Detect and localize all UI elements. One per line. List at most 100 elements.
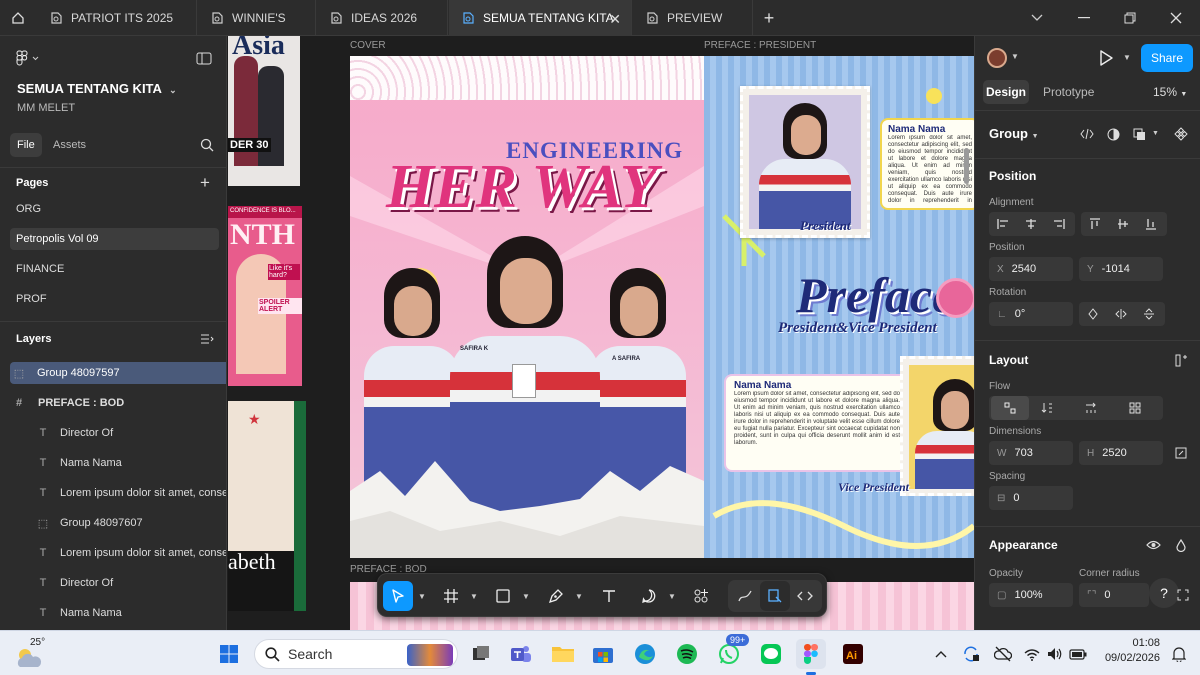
toggle-sidebar-button[interactable] — [196, 52, 212, 65]
layer-group-48097607[interactable]: ⬚ Group 48097607 — [10, 512, 226, 534]
corner-radius-input[interactable]: ⌜⌝ 0 — [1079, 583, 1149, 607]
thumbnail-magazine-asia[interactable]: Asia DER 30 — [228, 36, 300, 186]
align-middle-button[interactable] — [1111, 212, 1135, 236]
frame-tool-button[interactable] — [436, 581, 466, 611]
cloud-off-tray-icon[interactable] — [990, 639, 1016, 669]
share-button[interactable]: Share — [1141, 44, 1193, 72]
layer-text-nama[interactable]: T Nama Nama — [10, 602, 226, 624]
task-view-button[interactable] — [466, 639, 496, 669]
flow-horizontal-button[interactable] — [1079, 396, 1103, 420]
create-component-button[interactable] — [1169, 122, 1193, 146]
width-input[interactable]: W 703 — [989, 441, 1073, 465]
frame-label-preface-president[interactable]: PREFACE : PRESIDENT — [704, 40, 816, 51]
chevron-down-icon[interactable]: ▼ — [418, 592, 426, 601]
layer-frame-preface-bod[interactable]: # PREFACE : BOD — [10, 392, 226, 414]
zoom-level[interactable]: 15% ▼ — [1153, 85, 1187, 99]
auto-layout-button[interactable] — [1169, 348, 1193, 372]
wifi-tray-icon[interactable] — [1020, 639, 1044, 669]
tab-prototype[interactable]: Prototype — [1043, 85, 1094, 99]
align-bottom-button[interactable] — [1139, 212, 1163, 236]
whatsapp-app[interactable]: 99+ — [714, 634, 750, 669]
chevron-down-icon[interactable]: ▼ — [575, 592, 583, 601]
notifications-button[interactable] — [1166, 639, 1192, 669]
layer-text-nama[interactable]: T Nama Nama — [10, 452, 226, 474]
microsoft-store-app[interactable] — [588, 639, 618, 669]
align-right-button[interactable] — [1047, 212, 1071, 236]
clock[interactable]: 01:08 09/02/2026 — [1098, 637, 1160, 664]
mask-button[interactable] — [1101, 122, 1125, 146]
shape-tool-button[interactable] — [488, 581, 518, 611]
preface-president-frame[interactable]: President Nama Nama Lorem ipsum dolor si… — [704, 56, 974, 558]
avatar[interactable] — [987, 48, 1007, 68]
align-top-button[interactable] — [1083, 212, 1107, 236]
design-canvas[interactable]: Asia DER 30 CONFIDENCE IS BLO... NTH Lik… — [228, 36, 974, 630]
show-hidden-icons-button[interactable] — [930, 639, 952, 669]
flow-grid-button[interactable] — [1123, 396, 1147, 420]
tab-semua-tentang-kita[interactable]: SEMUA TENTANG KITA ✕ — [449, 0, 632, 36]
comment-tool-button[interactable] — [634, 581, 664, 611]
thumbnail-magazine-cream[interactable]: abeth ★ — [228, 401, 294, 611]
rotation-input[interactable]: ∟ 0° — [989, 302, 1073, 326]
search-layers-button[interactable] — [200, 138, 214, 152]
chevron-down-icon[interactable]: ▼ — [1152, 130, 1159, 137]
sync-tray-icon[interactable] — [958, 639, 984, 669]
tab-preview[interactable]: PREVIEW — [633, 0, 753, 36]
frame-label-cover[interactable]: COVER — [350, 40, 386, 51]
tab-winnies[interactable]: WINNIE'S — [198, 0, 316, 36]
flow-freeform-button[interactable] — [991, 396, 1029, 420]
main-menu-button[interactable] — [16, 50, 39, 66]
file-explorer-app[interactable] — [548, 639, 578, 669]
page-item-finance[interactable]: FINANCE — [10, 258, 219, 280]
align-left-button[interactable] — [991, 212, 1015, 236]
constrain-proportions-button[interactable] — [1169, 441, 1193, 465]
flow-vertical-button[interactable] — [1035, 396, 1059, 420]
home-button[interactable] — [0, 0, 36, 36]
spotify-app[interactable] — [672, 639, 702, 669]
volume-tray-icon[interactable] — [1044, 639, 1066, 669]
scrollbar-thumb[interactable] — [964, 148, 969, 184]
present-button[interactable] — [1099, 50, 1113, 66]
tab-assets[interactable]: Assets — [46, 133, 93, 157]
actions-button[interactable] — [686, 581, 716, 611]
visibility-toggle[interactable] — [1141, 533, 1165, 557]
height-input[interactable]: H 2520 — [1079, 441, 1163, 465]
close-window-button[interactable] — [1156, 0, 1196, 36]
project-name[interactable]: SEMUA TENTANG KITA ⌄ — [17, 81, 177, 96]
layer-text-lorem[interactable]: T Lorem ipsum dolor sit amet, consectetur — [10, 482, 226, 504]
draw-mode-button[interactable] — [730, 581, 760, 611]
add-page-button[interactable]: + — [200, 173, 210, 193]
figma-app[interactable] — [796, 639, 826, 675]
weather-widget[interactable]: 25° — [14, 637, 54, 671]
code-snippet-button[interactable] — [1075, 122, 1099, 146]
restore-button[interactable] — [1110, 0, 1150, 36]
illustrator-app[interactable]: Ai — [838, 639, 868, 669]
flip-vertical-button[interactable] — [1137, 302, 1161, 326]
blend-mode-button[interactable] — [1169, 533, 1193, 557]
opacity-input[interactable]: ▢ 100% — [989, 583, 1073, 607]
close-tab-icon[interactable]: ✕ — [609, 11, 621, 28]
component-button[interactable] — [1127, 122, 1151, 146]
selection-type[interactable]: Group ▼ — [989, 126, 1039, 141]
design-mode-button[interactable] — [760, 581, 790, 611]
tab-ideas[interactable]: IDEAS 2026 — [317, 0, 448, 36]
page-item-org[interactable]: ORG — [10, 198, 219, 220]
text-tool-button[interactable] — [594, 581, 624, 611]
spacing-input[interactable]: ⊟ 0 — [989, 486, 1073, 510]
taskbar-search[interactable]: Search — [254, 639, 458, 669]
layer-text-director[interactable]: T Director Of — [10, 422, 226, 444]
layer-group-48097597[interactable]: ⬚ Group 48097597 — [10, 362, 226, 384]
minimize-button[interactable] — [1064, 0, 1104, 36]
new-tab-button[interactable]: + — [756, 0, 782, 36]
flip-horizontal-button[interactable] — [1109, 302, 1133, 326]
individual-corners-button[interactable] — [1171, 583, 1195, 607]
rotate-button[interactable] — [1081, 302, 1105, 326]
page-item-prof[interactable]: PROF — [10, 288, 219, 310]
layer-text-lorem[interactable]: T Lorem ipsum dolor sit amet, consectetur — [10, 542, 226, 564]
teams-app[interactable] — [506, 639, 536, 669]
x-position-input[interactable]: X 2540 — [989, 257, 1073, 281]
page-item-petropolis[interactable]: Petropolis Vol 09 — [10, 228, 219, 250]
y-position-input[interactable]: Y -1014 — [1079, 257, 1163, 281]
line-app[interactable] — [756, 639, 786, 669]
thumbnail-magazine-pink[interactable]: CONFIDENCE IS BLO... NTH Like it's hard?… — [228, 206, 302, 386]
chevron-down-icon[interactable]: ▼ — [470, 592, 478, 601]
